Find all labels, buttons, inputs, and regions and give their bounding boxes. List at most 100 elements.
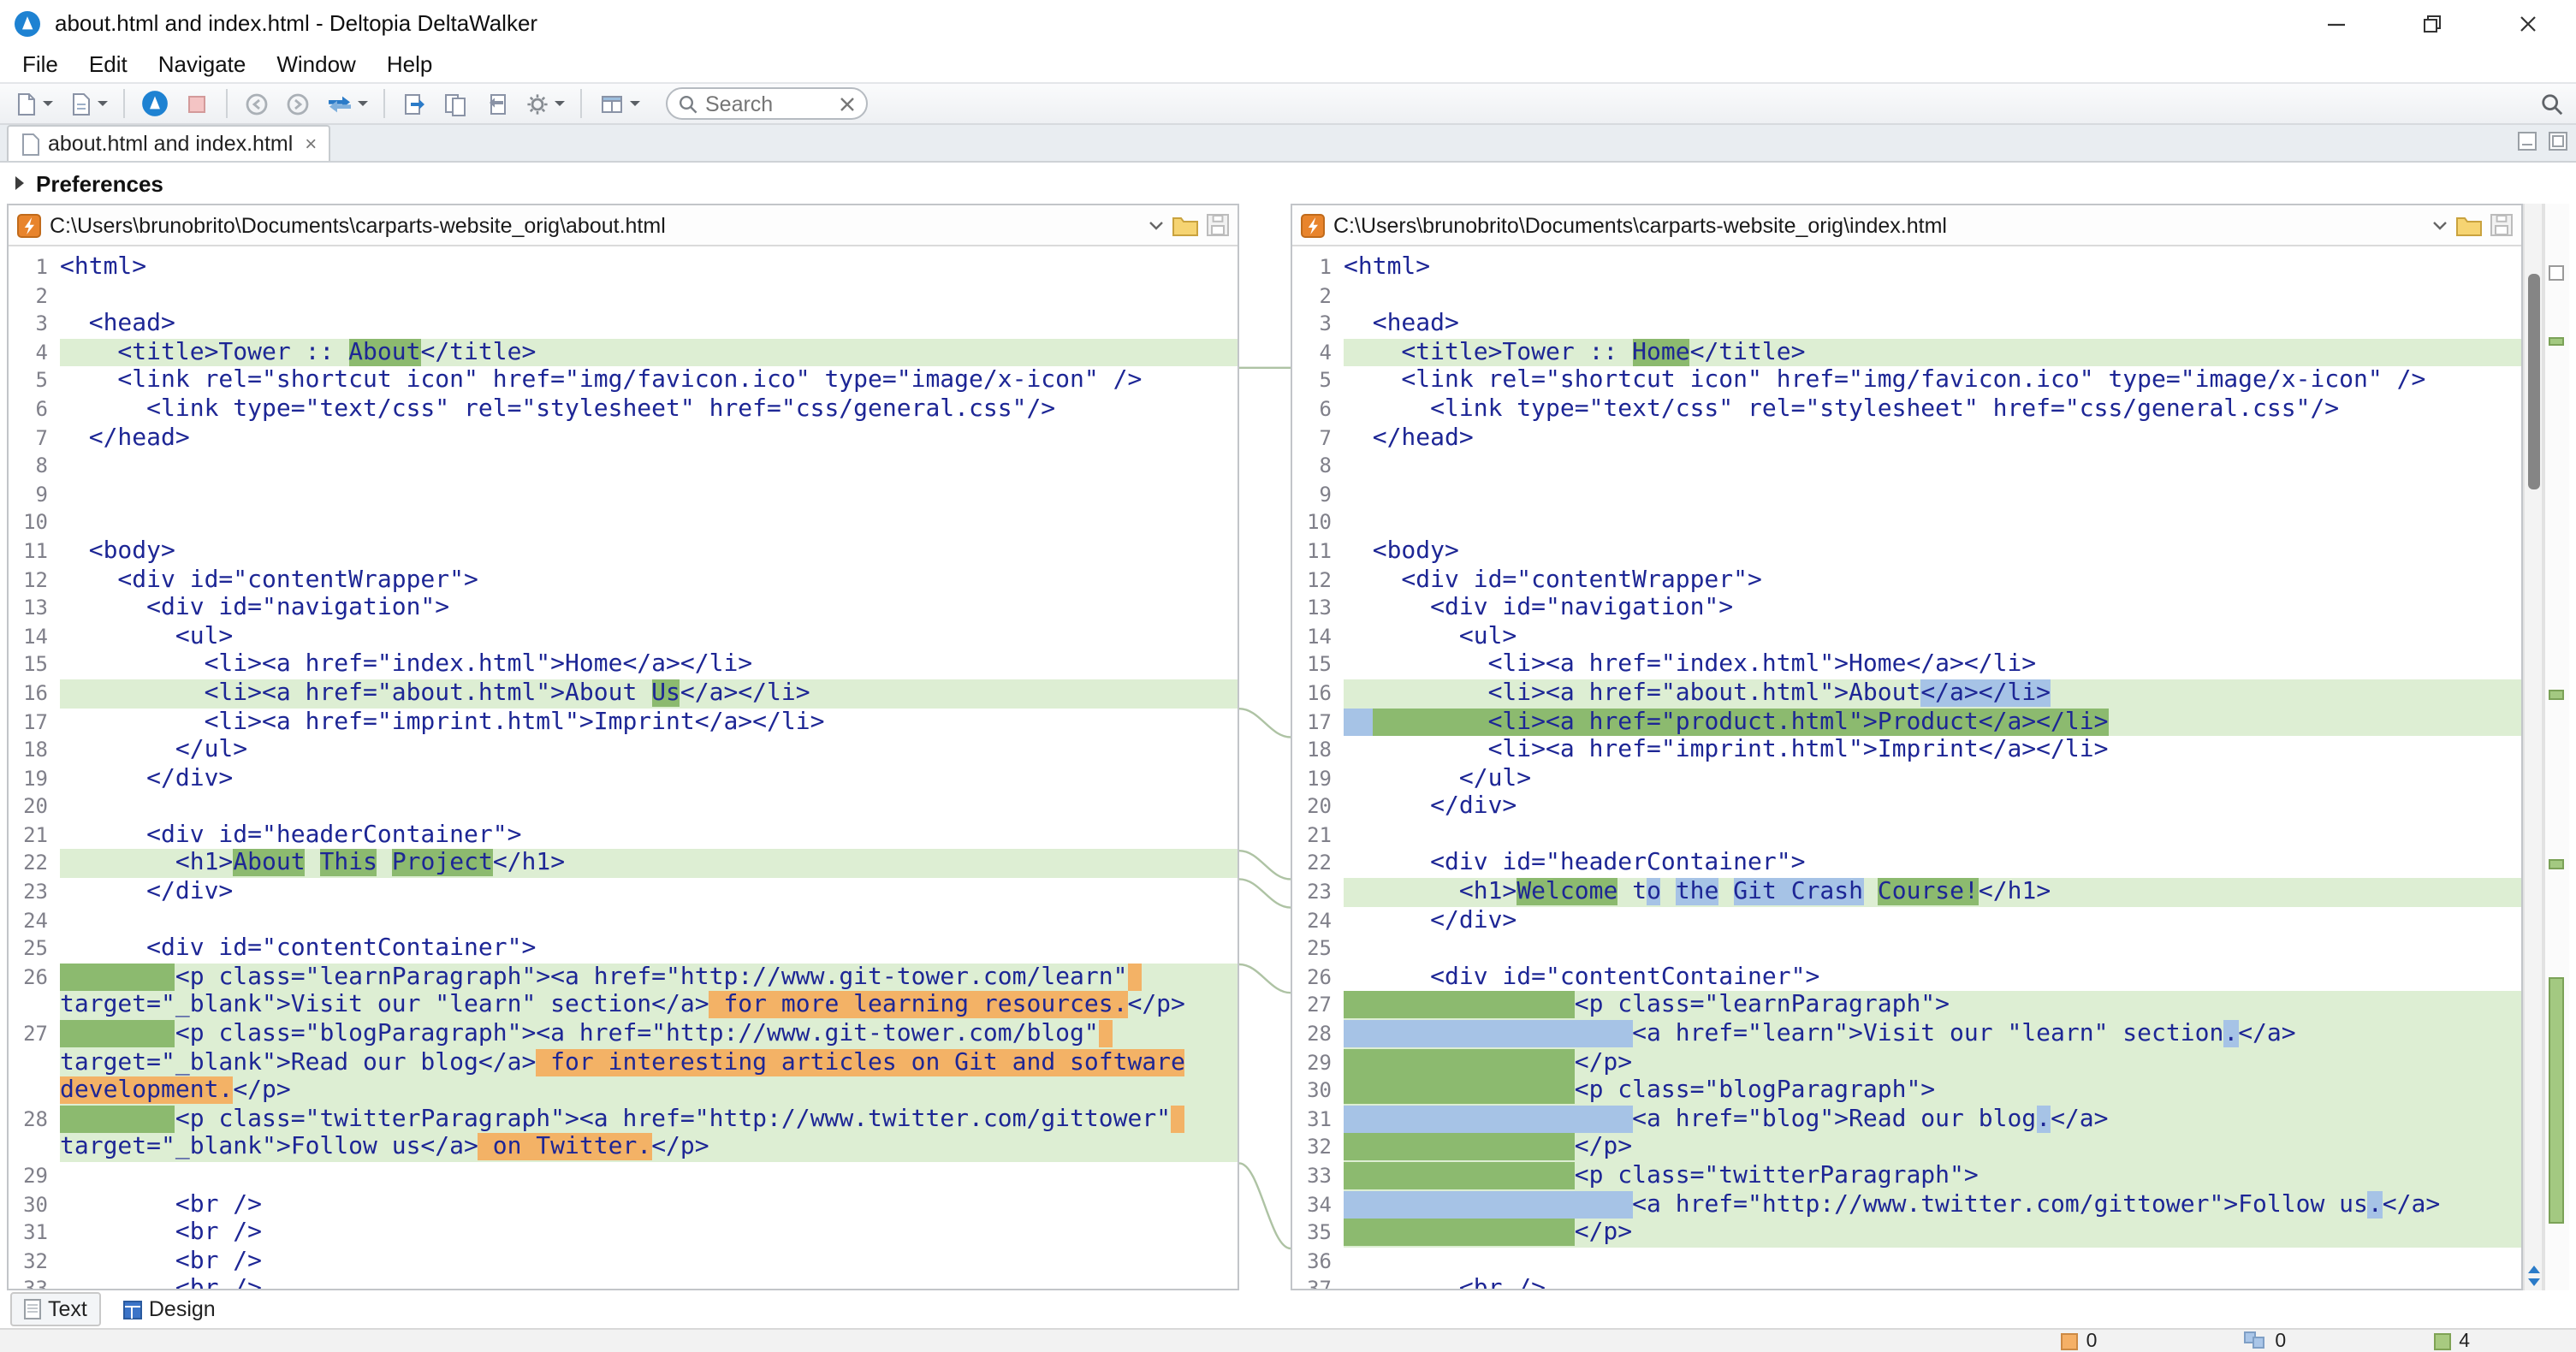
diff-counter-orange-value: 0 [2086,1331,2098,1351]
line-number: 35 [1292,1219,1344,1247]
line-number: 10 [1292,509,1344,537]
preferences-section-header[interactable]: Preferences [0,163,2576,204]
window-title: about.html and index.html - Deltopia Del… [55,10,537,36]
code-segment [1863,878,1878,905]
code-row: 21 <div id="headerContainer"> [9,821,1238,850]
chevron-down-icon[interactable] [2432,220,2448,230]
code-row: target="_blank">Read our blog</a> for in… [9,1048,1238,1076]
copy-to-left-button[interactable] [478,86,515,122]
save-icon[interactable] [1207,214,1229,236]
line-number: 26 [1292,964,1344,992]
menu-file[interactable]: File [7,51,74,77]
compare-button[interactable] [135,86,175,122]
code-row: 24 </div> [1292,906,2521,934]
code-segment: <div id="headerContainer"> [60,821,521,849]
right-file-path[interactable]: C:\Users\brunobrito\Documents\carparts-w… [1333,213,2424,237]
text-file-icon [24,1299,41,1319]
next-difference-button[interactable] [279,86,317,122]
right-file-pane: C:\Users\brunobrito\Documents\carparts-w… [1291,204,2523,1290]
code-segment [306,850,320,877]
code-segment [1344,1219,1575,1246]
code-editor[interactable]: 1<html>23 <head>4 <title>Tower :: Home</… [1292,246,2521,1289]
code-editor[interactable]: 1<html>23 <head>4 <title>Tower :: About<… [9,246,1238,1289]
previous-difference-button[interactable] [238,86,276,122]
restore-button[interactable] [2384,0,2480,46]
line-number: 9 [1292,481,1344,509]
view-mode-tabs: Text Design [0,1290,2576,1328]
chevron-down-icon[interactable] [1149,220,1164,230]
code-segment: <a href="learn">Visit our "learn" sectio… [1632,1020,2223,1047]
maximize-view-icon[interactable] [2549,132,2567,151]
scrollbar-thumb[interactable] [2528,274,2540,489]
overview-diff-mark[interactable] [2549,337,2564,346]
left-file-path[interactable]: C:\Users\brunobrito\Documents\carparts-w… [50,213,1140,237]
code-segment: <head> [1344,310,1459,337]
close-button[interactable] [2480,0,2576,46]
code-segment: <p class="learnParagraph"> [1575,992,1950,1019]
code-segment: </title> [1690,339,1806,366]
overview-diff-mark[interactable] [2549,690,2564,700]
code-line: <link rel="shortcut icon" href="img/favi… [1344,367,2521,395]
tab-comparison[interactable]: about.html and index.html × [7,125,330,161]
menu-window[interactable]: Window [261,51,371,77]
stop-button[interactable] [178,86,216,122]
code-segment: <li><a href="product.html">Product</a></… [1373,708,2109,735]
overview-diff-mark[interactable] [2549,977,2564,1224]
code-line: <p class="learnParagraph"> [1344,992,2521,1020]
swap-sides-button[interactable] [320,86,373,122]
line-number: 1 [1292,253,1344,282]
diff-connector-line [1239,1163,1291,1248]
code-row: 3 <head> [1292,310,2521,338]
minimize-view-icon[interactable] [2518,132,2537,151]
scroll-nav-arrows-icon[interactable] [2526,1265,2542,1287]
tab-text[interactable]: Text [10,1292,101,1326]
code-line: <p class="twitterParagraph"><a href="htt… [60,1106,1238,1134]
code-line: <li><a href="about.html">About</a></li> [1344,679,2521,708]
line-number: 1 [9,253,60,282]
line-number: 30 [9,1190,60,1219]
copy-to-right-button[interactable] [395,86,433,122]
open-file-button[interactable] [62,86,113,122]
code-row: 9 [9,481,1238,509]
clear-search-icon[interactable] [839,95,856,112]
code-row: 17 <li><a href="product.html">Product</a… [1292,708,2521,736]
new-file-button[interactable] [7,86,58,122]
menu-edit[interactable]: Edit [74,51,143,77]
tab-design[interactable]: Design [110,1292,229,1326]
copy-all-button[interactable] [436,86,474,122]
code-row: 19 </ul> [1292,764,2521,792]
file-type-icon [17,213,41,237]
overview-ruler[interactable] [2543,204,2569,1290]
code-row: 1<html> [1292,253,2521,282]
save-icon[interactable] [2490,214,2513,236]
tab-close-icon[interactable]: × [305,132,317,156]
overview-diff-mark[interactable] [2549,859,2564,869]
code-row: 8 [9,452,1238,480]
code-row: 25 [1292,935,2521,964]
code-segment: </h1> [1979,878,2051,905]
menu-help[interactable]: Help [371,51,448,77]
overview-header-box[interactable] [2549,265,2564,281]
status-bar: 0 0 4 [0,1328,2576,1352]
line-number: 3 [9,310,60,338]
menu-navigate[interactable]: Navigate [143,51,262,77]
folder-icon[interactable] [2456,215,2482,235]
toolbar-separator [383,89,385,118]
code-row: 11 <body> [1292,537,2521,566]
code-row: 32 </p> [1292,1134,2521,1162]
code-segment: </div> [60,764,233,792]
code-segment: <title>Tower :: [60,339,348,366]
code-row: 29 [9,1162,1238,1190]
search-input[interactable] [705,92,832,116]
code-segment: <li><a href="imprint.html">Imprint</a></… [60,708,824,735]
code-line: <div id="headerContainer"> [60,821,1238,850]
minimize-button[interactable] [2288,0,2384,46]
code-segment: <html> [60,253,146,281]
code-line: <br /> [60,1190,1238,1219]
layout-columns-button[interactable] [592,86,645,122]
settings-button[interactable] [519,86,570,122]
line-number: 4 [9,339,60,367]
find-button[interactable] [2535,86,2569,122]
code-segment: Project [392,850,493,877]
folder-icon[interactable] [1172,215,1198,235]
